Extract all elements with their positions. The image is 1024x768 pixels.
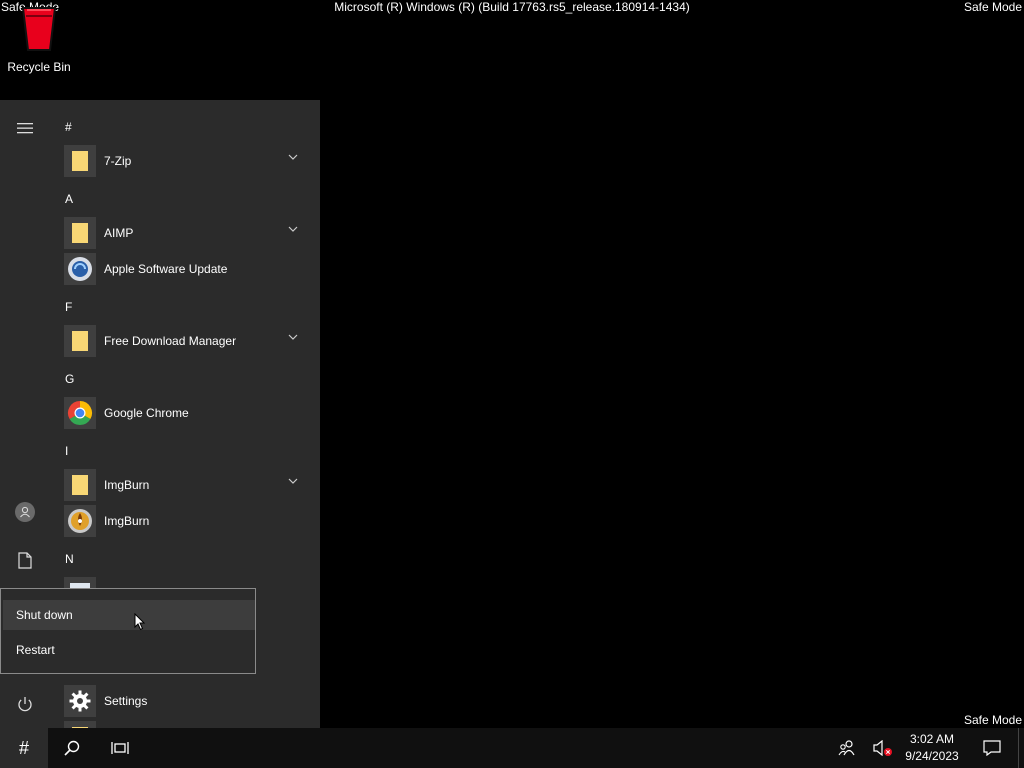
section-header-g[interactable]: G — [65, 372, 74, 386]
chevron-down-icon[interactable] — [288, 478, 298, 484]
clock-date: 9/24/2023 — [905, 749, 959, 763]
app-name: ImgBurn — [104, 478, 150, 492]
user-account-button[interactable] — [0, 492, 50, 532]
app-item-imgburn-folder[interactable]: ImgBurn — [64, 468, 314, 502]
app-name: Apple Software Update — [104, 262, 228, 276]
clock[interactable]: 3:02 AM 9/24/2023 — [896, 731, 968, 765]
app-name: Free Download Manager — [104, 334, 237, 348]
section-header-i[interactable]: I — [65, 444, 68, 458]
action-center-button[interactable] — [972, 728, 1012, 768]
section-header-hash[interactable]: # — [65, 120, 72, 134]
hamburger-icon — [17, 123, 33, 134]
documents-button[interactable] — [0, 540, 50, 580]
folder-icon — [64, 325, 96, 357]
chrome-icon — [64, 397, 96, 429]
power-icon — [18, 697, 32, 712]
user-icon — [15, 502, 35, 522]
imgburn-icon — [64, 505, 96, 537]
start-button[interactable]: # — [0, 728, 48, 768]
app-item-partial-bottom[interactable] — [64, 720, 314, 728]
restart-option[interactable]: Restart — [3, 635, 255, 665]
section-header-f[interactable]: F — [65, 300, 72, 314]
folder-icon — [64, 217, 96, 249]
action-center-icon — [983, 740, 1001, 756]
app-name: Settings — [104, 694, 148, 708]
chevron-down-icon[interactable] — [288, 154, 298, 160]
app-item-aimp[interactable]: AIMP — [64, 216, 314, 250]
section-header-a[interactable]: A — [65, 192, 73, 206]
expand-menu-button[interactable] — [0, 108, 50, 148]
apple-update-icon — [64, 253, 96, 285]
app-item-apple-software-update[interactable]: Apple Software Update — [64, 252, 314, 286]
desktop-icon-label: Recycle Bin — [7, 60, 71, 74]
people-icon — [838, 740, 855, 756]
app-item-settings[interactable]: Settings — [64, 684, 314, 718]
app-item-google-chrome[interactable]: Google Chrome — [64, 396, 314, 430]
app-item-imgburn[interactable]: ImgBurn — [64, 504, 314, 538]
desktop-icon-recycle-bin[interactable]: Recycle Bin — [3, 4, 75, 74]
clock-time: 3:02 AM — [909, 732, 955, 746]
power-button[interactable] — [0, 684, 50, 724]
task-view-icon — [111, 742, 129, 754]
safe-mode-label-bottom-right: Safe Mode — [963, 713, 1022, 727]
app-name: ImgBurn — [104, 514, 150, 528]
shut-down-option[interactable]: Shut down — [3, 600, 255, 630]
folder-icon — [64, 721, 96, 728]
recycle-bin-icon — [21, 7, 57, 51]
power-menu: Shut down Restart — [0, 588, 256, 674]
section-header-n[interactable]: N — [65, 552, 74, 566]
app-name: Google Chrome — [104, 406, 189, 420]
people-button[interactable] — [830, 728, 864, 768]
chevron-down-icon[interactable] — [288, 334, 298, 340]
volume-muted-icon — [873, 740, 892, 756]
app-item-7-zip[interactable]: 7-Zip — [64, 144, 314, 178]
app-name: AIMP — [104, 226, 134, 240]
taskbar: # 3:02 AM 9/24/2023 — [0, 728, 1024, 768]
folder-icon — [64, 469, 96, 501]
search-icon — [64, 740, 80, 756]
volume-button[interactable] — [866, 728, 900, 768]
task-view-button[interactable] — [96, 728, 144, 768]
mouse-cursor-icon — [134, 613, 146, 631]
safe-mode-label-top-right: Safe Mode — [963, 0, 1022, 14]
search-button[interactable] — [48, 728, 96, 768]
folder-icon — [64, 145, 96, 177]
app-item-free-download-manager[interactable]: Free Download Manager — [64, 324, 314, 358]
show-desktop-button[interactable] — [1018, 728, 1024, 768]
gear-icon — [64, 685, 96, 717]
build-info: Microsoft (R) Windows (R) (Build 17763.r… — [334, 0, 690, 14]
document-icon — [18, 551, 32, 569]
app-name: 7-Zip — [104, 154, 132, 168]
chevron-down-icon[interactable] — [288, 226, 298, 232]
